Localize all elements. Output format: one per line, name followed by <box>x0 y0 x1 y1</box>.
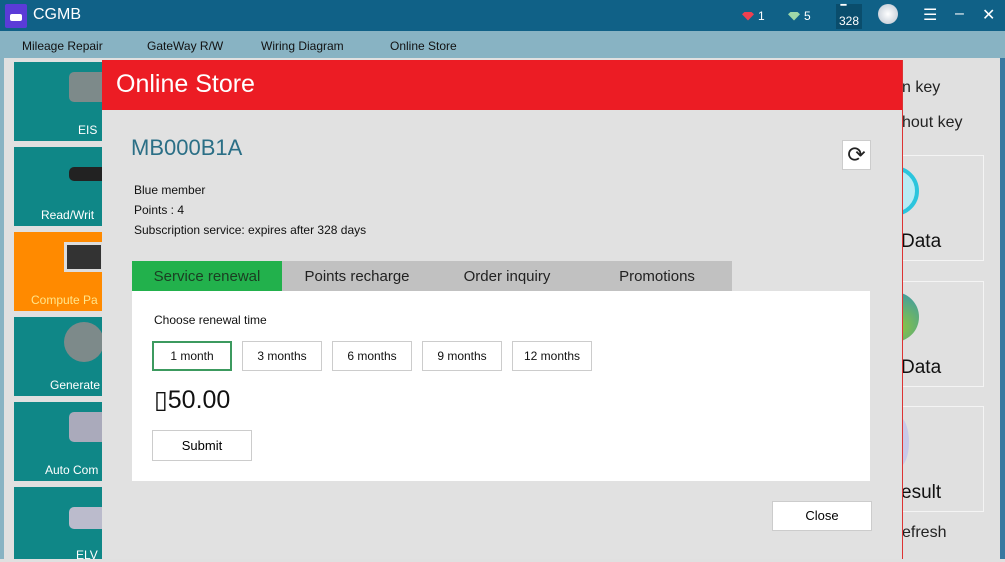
tab-service-renewal[interactable]: Service renewal <box>132 261 282 291</box>
sidebar-item-read-write[interactable]: Read/Writ <box>14 147 114 226</box>
dialog-title: Online Store <box>102 60 902 110</box>
service-renewal-panel: Choose renewal time 1 month 3 months 6 m… <box>132 291 870 481</box>
option-1-month[interactable]: 1 month <box>152 341 232 371</box>
tab-points-recharge[interactable]: Points recharge <box>282 261 432 291</box>
subscription-status: Subscription service: expires after 328 … <box>134 223 367 237</box>
menu-wiring-diagram[interactable]: Wiring Diagram <box>261 39 344 53</box>
app-logo-icon <box>5 4 27 28</box>
printer-icon <box>64 322 104 362</box>
right-refresh[interactable]: efresh <box>902 524 946 542</box>
refresh-icon[interactable]: ⟳ <box>842 140 871 170</box>
right-box-data-1[interactable]: Data <box>869 155 984 261</box>
green-gem-icon <box>788 11 800 21</box>
sidebar-item-elv[interactable]: ELV <box>14 487 114 562</box>
tab-promotions[interactable]: Promotions <box>582 261 732 291</box>
right-option-2[interactable]: hout key <box>902 114 962 132</box>
option-9-months[interactable]: 9 months <box>422 341 502 371</box>
menu-online-store[interactable]: Online Store <box>390 39 457 53</box>
option-3-months[interactable]: 3 months <box>242 341 322 371</box>
sidebar-item-generate[interactable]: Generate <box>14 317 114 396</box>
option-12-months[interactable]: 12 months <box>512 341 592 371</box>
window-frame-right <box>1000 58 1005 559</box>
red-gem-icon <box>742 11 754 21</box>
menu-icon[interactable]: ☰ <box>923 5 937 25</box>
right-box-result[interactable]: esult <box>889 406 984 512</box>
tab-order-inquiry[interactable]: Order inquiry <box>432 261 582 291</box>
choose-renewal-label: Choose renewal time <box>154 313 267 327</box>
store-tabs: Service renewal Points recharge Order in… <box>132 261 732 291</box>
app-title: CGMB <box>33 6 81 23</box>
option-6-months[interactable]: 6 months <box>332 341 412 371</box>
minimize-button[interactable]: – <box>955 5 964 23</box>
right-option-1[interactable]: n key <box>902 79 940 97</box>
online-store-dialog: Online Store MB000B1A ⟳ Blue member Poin… <box>102 60 903 559</box>
right-box-data-2[interactable]: Data <box>869 281 984 387</box>
sidebar-item-compute[interactable]: Compute Pa <box>14 232 114 311</box>
close-window-button[interactable]: ✕ <box>982 5 995 25</box>
sidebar-item-eis[interactable]: EIS <box>14 62 114 141</box>
user-avatar[interactable] <box>878 4 898 24</box>
title-bar: CGMB 1 5 328 ☰ – ✕ <box>0 0 1005 31</box>
red-gem-count: 1 <box>742 9 765 23</box>
days-counter: 328 <box>836 2 862 29</box>
points: Points : 4 <box>134 203 185 217</box>
menu-mileage-repair[interactable]: Mileage Repair <box>22 39 103 53</box>
submit-button[interactable]: Submit <box>152 430 252 461</box>
close-button[interactable]: Close <box>772 501 872 531</box>
sidebar-item-auto-com[interactable]: Auto Com <box>14 402 114 481</box>
account-code: MB000B1A <box>131 135 243 160</box>
green-gem-count: 5 <box>788 9 811 23</box>
menu-gateway-rw[interactable]: GateWay R/W <box>147 39 223 53</box>
menu-bar: Mileage Repair GateWay R/W Wiring Diagra… <box>0 31 1005 58</box>
membership-level: Blue member <box>134 183 206 197</box>
computer-icon <box>64 242 104 272</box>
window-frame-left <box>0 58 4 559</box>
price: ▯50.00 <box>154 386 231 414</box>
